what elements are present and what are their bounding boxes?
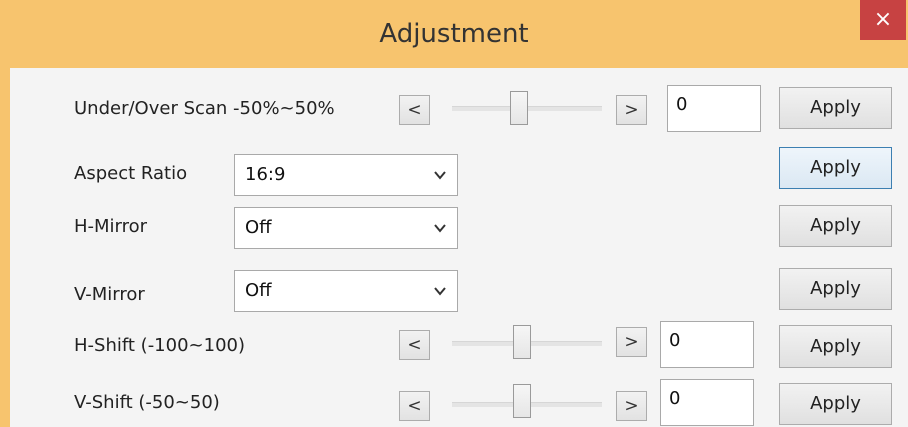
h-shift-label: H-Shift (-100~100)	[74, 335, 245, 356]
v-shift-slider-thumb[interactable]	[513, 384, 531, 418]
close-button[interactable]: ×	[860, 0, 906, 40]
close-icon: ×	[873, 7, 893, 32]
adjustment-window: Adjustment × Under/Over Scan -50%~50% < …	[0, 0, 908, 427]
v-mirror-value: Off	[245, 280, 272, 301]
client-area	[10, 68, 908, 427]
h-mirror-label: H-Mirror	[74, 216, 148, 237]
aspect-ratio-apply-button[interactable]: Apply	[779, 147, 892, 189]
h-shift-decrease-button[interactable]: <	[399, 330, 430, 360]
v-shift-value-field[interactable]: 0	[660, 379, 754, 426]
chevron-down-icon	[434, 287, 446, 296]
v-shift-increase-button[interactable]: >	[616, 391, 647, 421]
window-border	[0, 68, 10, 427]
v-mirror-apply-button[interactable]: Apply	[779, 268, 892, 310]
v-mirror-label: V-Mirror	[74, 284, 145, 305]
v-shift-label: V-Shift (-50~50)	[74, 392, 220, 413]
h-shift-apply-button[interactable]: Apply	[779, 325, 892, 368]
h-mirror-value: Off	[245, 217, 272, 238]
h-shift-increase-button[interactable]: >	[616, 327, 647, 357]
chevron-down-icon	[434, 224, 446, 233]
v-mirror-select[interactable]: Off	[234, 270, 458, 312]
h-mirror-apply-button[interactable]: Apply	[779, 205, 892, 247]
v-shift-apply-button[interactable]: Apply	[779, 383, 892, 425]
scan-decrease-button[interactable]: <	[399, 95, 430, 125]
aspect-ratio-select[interactable]: 16:9	[234, 154, 458, 196]
scan-value-field[interactable]: 0	[667, 85, 761, 132]
aspect-ratio-value: 16:9	[245, 164, 286, 185]
h-shift-slider-thumb[interactable]	[513, 325, 531, 359]
h-shift-value-field[interactable]: 0	[660, 321, 754, 368]
chevron-down-icon	[434, 171, 446, 180]
scan-label: Under/Over Scan -50%~50%	[74, 98, 335, 119]
scan-apply-button[interactable]: Apply	[779, 87, 892, 129]
scan-slider-thumb[interactable]	[510, 91, 528, 125]
h-mirror-select[interactable]: Off	[234, 207, 458, 249]
aspect-ratio-label: Aspect Ratio	[74, 163, 188, 184]
scan-increase-button[interactable]: >	[616, 95, 647, 125]
v-shift-decrease-button[interactable]: <	[399, 391, 430, 421]
window-title: Adjustment	[379, 19, 529, 49]
